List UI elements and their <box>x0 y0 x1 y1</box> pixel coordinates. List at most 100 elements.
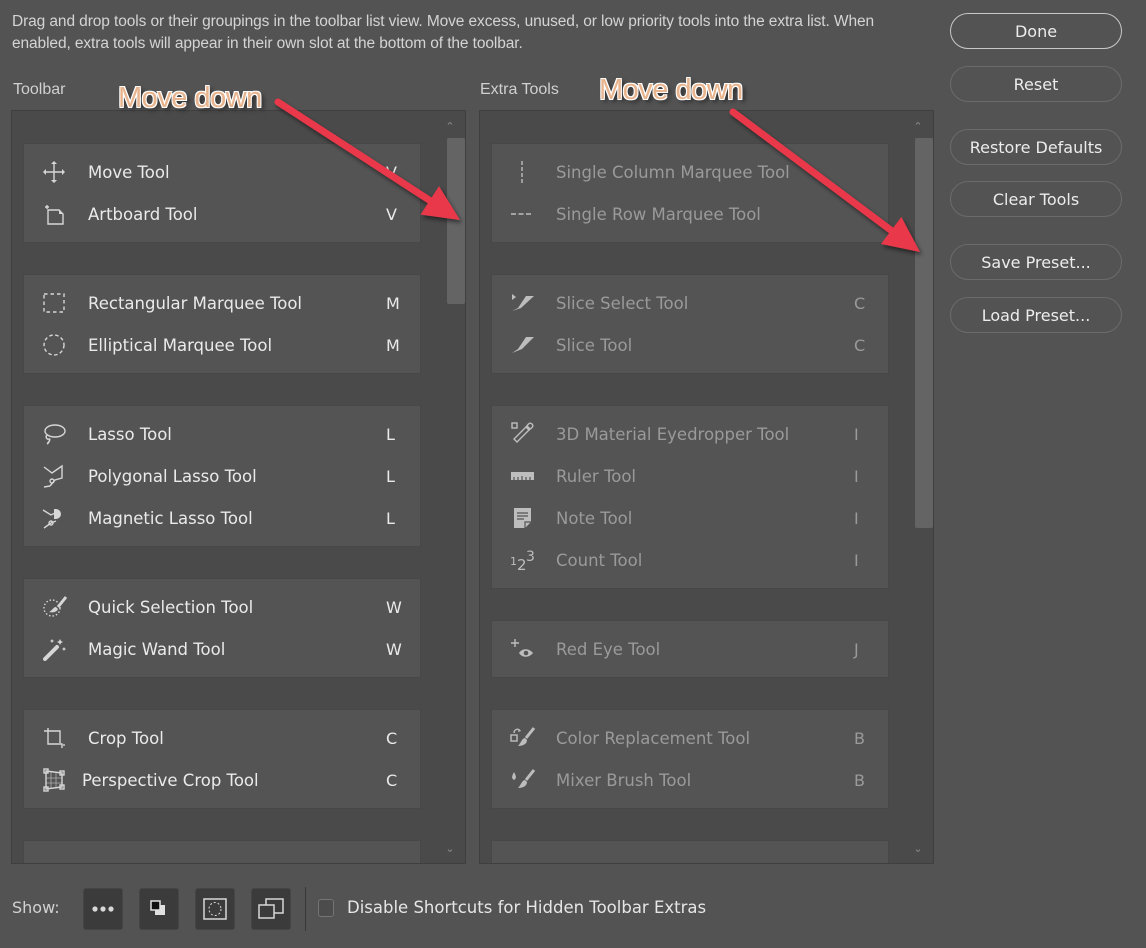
slice-icon <box>512 337 534 353</box>
tool-item[interactable]: Quick Selection Tool W <box>24 586 420 628</box>
tool-item[interactable]: 1 2 3 Count Tool I <box>492 539 888 581</box>
scroll-down-icon[interactable]: ⌄ <box>912 843 924 855</box>
save-preset-button[interactable]: Save Preset... <box>950 244 1122 280</box>
tool-shortcut: L <box>386 508 395 528</box>
tool-name: Slice Select Tool <box>556 293 689 313</box>
clear-tools-button[interactable]: Clear Tools <box>950 181 1122 217</box>
tool-shortcut: C <box>386 728 398 748</box>
toolbar-list[interactable]: Move Tool V Artboard Tool V Rectangular Marq… <box>11 110 466 864</box>
tool-item[interactable]: Mixer Brush Tool B <box>492 759 888 801</box>
tool-group[interactable]: Slice Select Tool C Slice Tool C <box>491 274 889 374</box>
tool-item[interactable]: Single Row Marquee Tool <box>492 193 888 235</box>
magnetic-lasso-icon <box>42 509 61 529</box>
tool-icon <box>42 637 68 661</box>
scroll-down-icon[interactable]: ⌄ <box>444 843 456 855</box>
show-quick-mask-button[interactable] <box>195 888 235 930</box>
tool-name: Elliptical Marquee Tool <box>88 335 273 355</box>
tool-group[interactable]: Quick Selection Tool W Magic Wand Tool W <box>23 578 421 678</box>
tool-item[interactable]: Ruler Tool I <box>492 455 888 497</box>
tool-group[interactable]: Single Column Marquee Tool Single Row Mar… <box>491 143 889 243</box>
tool-icon <box>510 464 536 488</box>
reset-button[interactable]: Reset <box>950 66 1122 102</box>
tool-name: Quick Selection Tool <box>88 597 254 617</box>
tool-group[interactable]: Rectangular Marquee Tool M Elliptical Marq… <box>23 274 421 374</box>
show-label: Show: <box>12 898 60 917</box>
show-screen-mode-button[interactable] <box>251 888 291 930</box>
done-button[interactable]: Done <box>950 13 1122 49</box>
screen-mode-icon <box>258 898 284 919</box>
tool-icon <box>510 506 536 530</box>
show-colors-button[interactable] <box>139 888 179 930</box>
tool-name: Magic Wand Tool <box>88 639 226 659</box>
restore-defaults-button[interactable]: Restore Defaults <box>950 129 1122 165</box>
tool-shortcut: I <box>854 550 859 570</box>
scrollbar-thumb[interactable] <box>915 138 933 528</box>
extra-tools-list[interactable]: Single Column Marquee Tool Single Row Mar… <box>479 110 934 864</box>
annotation-move-down-right: Move down <box>599 74 743 106</box>
tool-icon <box>42 202 68 226</box>
perspective-crop-icon <box>43 768 65 792</box>
tool-item[interactable]: Single Column Marquee Tool <box>492 151 888 193</box>
tool-icon: 123 <box>510 548 536 572</box>
load-preset-button[interactable]: Load Preset... <box>950 297 1122 333</box>
toolbar-scrollbar[interactable]: ⌃ ⌄ <box>435 111 465 863</box>
single-column-marquee-icon <box>521 161 523 183</box>
single-row-marquee-icon <box>511 213 533 215</box>
tool-group-partial[interactable] <box>23 840 421 863</box>
show-extras-button[interactable] <box>83 888 123 930</box>
tool-item[interactable]: Magnetic Lasso Tool L <box>24 497 420 539</box>
tool-item[interactable]: Magic Wand Tool W <box>24 628 420 670</box>
tool-group[interactable]: Crop Tool C Perspective Crop Tool C <box>23 709 421 809</box>
tool-icon <box>510 160 536 184</box>
tool-item[interactable]: Rectangular Marquee Tool M <box>24 282 420 324</box>
tool-item[interactable]: Polygonal Lasso Tool L <box>24 455 420 497</box>
tool-shortcut: V <box>386 162 397 182</box>
tool-item[interactable]: 3D Material Eyedropper Tool I <box>492 413 888 455</box>
scroll-up-icon[interactable]: ⌃ <box>444 121 456 133</box>
tool-group[interactable]: 3D Material Eyedropper Tool I Ruler Tool I N… <box>491 405 889 589</box>
tool-name: Move Tool <box>88 162 170 182</box>
tool-item[interactable]: Red Eye Tool J <box>492 628 888 670</box>
red-eye-icon <box>511 639 533 657</box>
tool-group[interactable]: Lasso Tool L Polygonal Lasso Tool L Magnetic… <box>23 405 421 547</box>
tool-icon <box>510 202 536 226</box>
tool-group[interactable]: Move Tool V Artboard Tool V <box>23 143 421 243</box>
tool-item[interactable]: Note Tool I <box>492 497 888 539</box>
disable-shortcuts-label[interactable]: Disable Shortcuts for Hidden Toolbar Ext… <box>347 898 706 917</box>
lasso-icon <box>44 424 66 445</box>
eyedropper-3d-icon <box>511 422 534 443</box>
tool-group-partial[interactable] <box>491 840 889 863</box>
extra-scrollbar[interactable]: ⌃ ⌄ <box>903 111 933 863</box>
tool-item[interactable]: Elliptical Marquee Tool M <box>24 324 420 366</box>
slice-select-icon <box>512 294 534 311</box>
tool-icon <box>42 333 68 357</box>
tool-item[interactable]: Color Replacement Tool B <box>492 717 888 759</box>
tool-group[interactable]: Red Eye Tool J <box>491 620 889 678</box>
svg-text:1: 1 <box>510 555 517 568</box>
tool-icon <box>42 768 68 792</box>
tool-group[interactable]: Color Replacement Tool B Mixer Brush Tool B <box>491 709 889 809</box>
tool-item[interactable]: Perspective Crop Tool C <box>24 759 420 801</box>
scroll-up-icon[interactable]: ⌃ <box>912 121 924 133</box>
mixer-brush-icon <box>512 769 536 788</box>
tool-name: Single Row Marquee Tool <box>556 204 761 224</box>
tool-item[interactable]: Crop Tool C <box>24 717 420 759</box>
tool-item[interactable]: Slice Tool C <box>492 324 888 366</box>
tool-shortcut: W <box>386 639 402 659</box>
tool-item[interactable]: Slice Select Tool C <box>492 282 888 324</box>
tool-icon <box>42 464 68 488</box>
tool-item[interactable]: Artboard Tool V <box>24 193 420 235</box>
tool-icon <box>42 422 68 446</box>
tool-icon <box>42 506 68 530</box>
disable-shortcuts-checkbox[interactable] <box>318 899 334 917</box>
tool-item[interactable]: Move Tool V <box>24 151 420 193</box>
tool-shortcut: C <box>854 335 866 355</box>
tool-shortcut: I <box>854 424 859 444</box>
scrollbar-thumb[interactable] <box>447 138 465 304</box>
move-icon <box>43 161 65 183</box>
tool-name: Artboard Tool <box>88 204 198 224</box>
tool-shortcut: M <box>386 335 400 355</box>
tool-icon <box>510 333 536 357</box>
tool-item[interactable]: Lasso Tool L <box>24 413 420 455</box>
tool-name: Polygonal Lasso Tool <box>88 466 257 486</box>
